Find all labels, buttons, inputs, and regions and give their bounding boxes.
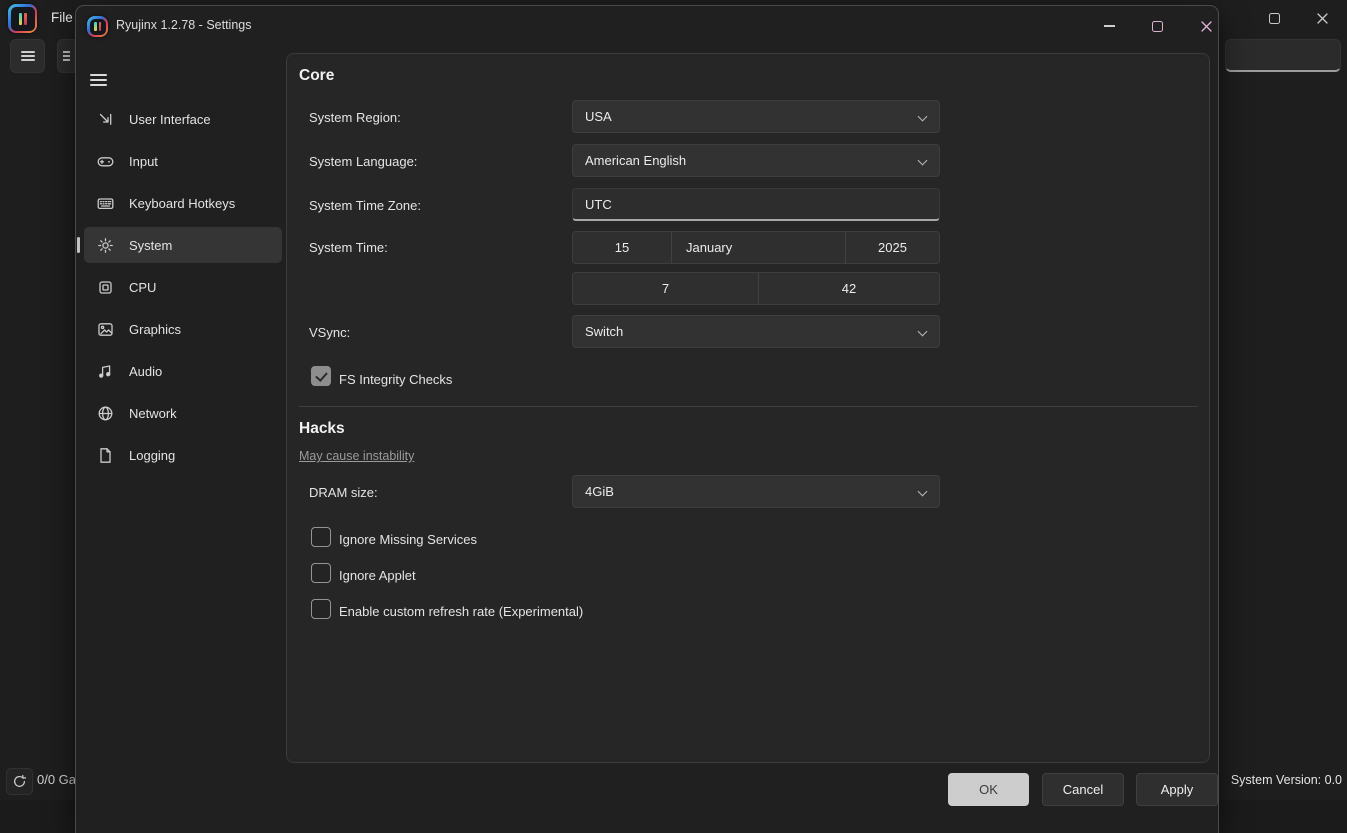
sidebar-item-label: CPU [129,280,156,295]
cpu-icon [97,279,114,296]
time-minute-cell[interactable]: 42 [758,273,939,304]
hacks-warning-text: May cause instability [299,449,414,463]
core-section-heading: Core [299,67,334,85]
vsync-value: Switch [585,324,623,339]
ryujinx-logo [8,4,37,33]
sidebar-item-user-interface[interactable]: User Interface [84,101,282,137]
dram-size-value: 4GiB [585,484,614,499]
sidebar-item-label: Keyboard Hotkeys [129,196,235,211]
user-interface-icon [97,111,114,128]
hamburger-icon [90,74,107,76]
game-list-view-button[interactable] [10,39,45,73]
vsync-dropdown[interactable]: Switch [572,315,940,348]
fs-integrity-checkbox[interactable] [311,366,331,386]
hacks-section-heading: Hacks [299,420,345,438]
keyboard-icon [97,195,114,212]
gamepad-icon [97,153,114,170]
refresh-button[interactable] [6,768,33,795]
sidebar-item-label: Audio [129,364,162,379]
system-time-zone-label: System Time Zone: [309,198,421,213]
vsync-label: VSync: [309,325,350,340]
system-region-value: USA [585,109,612,124]
sidebar-item-network[interactable]: Network [84,395,282,431]
image-icon [97,321,114,338]
settings-titlebar: Ryujinx 1.2.78 - Settings [76,6,1218,46]
system-time-picker[interactable]: 7 42 [572,272,940,305]
custom-refresh-rate-checkbox[interactable] [311,599,331,619]
sidebar-menu-toggle[interactable] [90,69,112,89]
settings-minimize-button[interactable] [1086,10,1132,42]
toolbar-button-fragment[interactable] [57,39,75,73]
settings-window: Ryujinx 1.2.78 - Settings User Interface [75,5,1219,833]
settings-close-button[interactable] [1183,10,1229,42]
main-close-button[interactable] [1302,2,1342,34]
system-language-dropdown[interactable]: American English [572,144,940,177]
sidebar-item-label: System [129,238,172,253]
sidebar-item-label: Input [129,154,158,169]
cancel-button[interactable]: Cancel [1042,773,1124,806]
system-language-label: System Language: [309,154,417,169]
globe-icon [97,405,114,422]
sidebar-item-logging[interactable]: Logging [84,437,282,473]
settings-maximize-button[interactable] [1134,10,1180,42]
date-month-cell[interactable]: January [671,232,845,263]
chevron-down-icon [918,156,928,166]
system-region-dropdown[interactable]: USA [572,100,940,133]
sidebar-item-cpu[interactable]: CPU [84,269,282,305]
sidebar-item-label: User Interface [129,112,211,127]
ignore-missing-services-label: Ignore Missing Services [339,532,477,547]
chevron-down-icon [918,112,928,122]
sidebar-item-audio[interactable]: Audio [84,353,282,389]
sidebar-item-keyboard-hotkeys[interactable]: Keyboard Hotkeys [84,185,282,221]
ignore-missing-services-checkbox[interactable] [311,527,331,547]
system-language-value: American English [585,153,686,168]
settings-sidebar: User Interface Input Keyboard Hotkeys Sy… [84,101,282,479]
date-year-cell[interactable]: 2025 [845,232,939,263]
ok-button[interactable]: OK [948,773,1029,806]
ryujinx-logo [87,16,108,37]
sidebar-item-system[interactable]: System [84,227,282,263]
apply-button[interactable]: Apply [1136,773,1218,806]
chevron-down-icon [918,327,928,337]
list-view-icon [21,49,35,63]
dram-size-label: DRAM size: [309,485,378,500]
custom-refresh-rate-label: Enable custom refresh rate (Experimental… [339,604,583,619]
maximize-icon [1269,13,1280,24]
system-date-picker[interactable]: 15 January 2025 [572,231,940,264]
fs-integrity-label: FS Integrity Checks [339,372,452,387]
system-time-label: System Time: [309,240,388,255]
settings-window-title: Ryujinx 1.2.78 - Settings [116,18,252,32]
gear-icon [97,237,114,254]
menu-file[interactable]: File [51,10,73,25]
document-icon [97,447,114,464]
close-icon [1200,20,1213,33]
section-divider [299,406,1198,407]
main-maximize-button[interactable] [1254,2,1294,34]
system-time-zone-value: UTC [585,197,612,212]
sidebar-item-label: Network [129,406,177,421]
chevron-down-icon [918,487,928,497]
refresh-icon [12,774,27,789]
maximize-icon [1152,21,1163,32]
games-loaded-count: 0/0 Ga [37,772,76,787]
dram-size-dropdown[interactable]: 4GiB [572,475,940,508]
settings-content-panel: Core System Region: USA System Language:… [286,53,1210,763]
system-version-text: System Version: 0.0 [1231,773,1342,787]
sidebar-item-label: Logging [129,448,175,463]
ignore-applet-label: Ignore Applet [339,568,416,583]
sidebar-item-graphics[interactable]: Graphics [84,311,282,347]
system-time-zone-input[interactable]: UTC [572,188,940,221]
search-input[interactable] [1225,39,1341,72]
sidebar-item-label: Graphics [129,322,181,337]
sidebar-item-input[interactable]: Input [84,143,282,179]
minimize-icon [1104,25,1115,27]
time-hour-cell[interactable]: 7 [573,273,758,304]
grid-view-icon [63,49,70,63]
ignore-applet-checkbox[interactable] [311,563,331,583]
date-day-cell[interactable]: 15 [573,232,671,263]
music-note-icon [97,363,114,380]
close-icon [1316,12,1329,25]
system-region-label: System Region: [309,110,401,125]
